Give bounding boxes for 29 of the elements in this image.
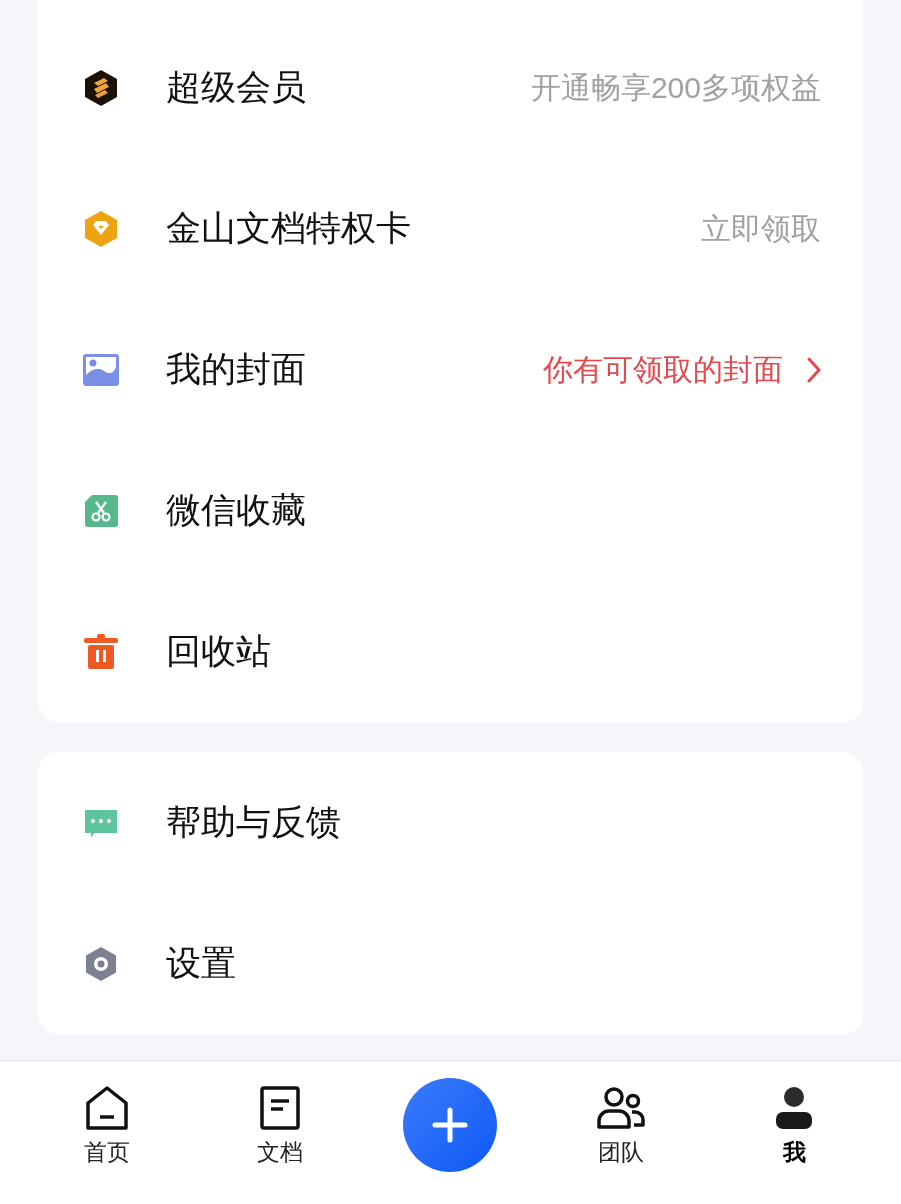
menu-label: 我的封面 (166, 348, 306, 391)
menu-label: 设置 (166, 942, 236, 985)
nav-tab[interactable]: 文档 (230, 1061, 331, 1170)
chevron-right-icon (807, 356, 821, 383)
menu-value: 立即领取 (701, 211, 821, 247)
menu-label: 超级会员 (166, 66, 306, 109)
person-icon (774, 1085, 815, 1131)
menu-label: 微信收藏 (166, 489, 306, 532)
hexagon-badge-icon (82, 68, 120, 107)
menu-row[interactable]: 设置 (38, 893, 863, 1034)
people-icon (595, 1085, 646, 1131)
nav-tab[interactable]: 首页 (56, 1061, 157, 1170)
menu-label: 回收站 (166, 630, 271, 673)
menu-label: 帮助与反馈 (166, 801, 341, 844)
menu-row[interactable]: 帮助与反馈 (38, 752, 863, 893)
nav-tab[interactable]: 我 (744, 1061, 845, 1170)
trash-icon (82, 632, 120, 671)
menu-row[interactable]: 微信收藏 (38, 440, 863, 581)
menu-row[interactable]: 回收站 (38, 581, 863, 722)
plus-icon (432, 1107, 469, 1143)
menu-row[interactable]: 我的封面 你有可领取的封面 (38, 299, 863, 440)
menu-row[interactable]: 金山文档特权卡 立即领取 (38, 158, 863, 299)
nav-tab[interactable]: 团队 (570, 1061, 671, 1170)
diamond-badge-icon (82, 209, 120, 248)
menu-value: 开通畅享200多项权益 (530, 70, 821, 106)
menu-row[interactable]: 超级会员 开通畅享200多项权益 (38, 17, 863, 158)
menu-value: 你有可领取的封面 (543, 352, 783, 388)
home-icon (83, 1085, 130, 1131)
menu-label: 金山文档特权卡 (166, 207, 411, 250)
